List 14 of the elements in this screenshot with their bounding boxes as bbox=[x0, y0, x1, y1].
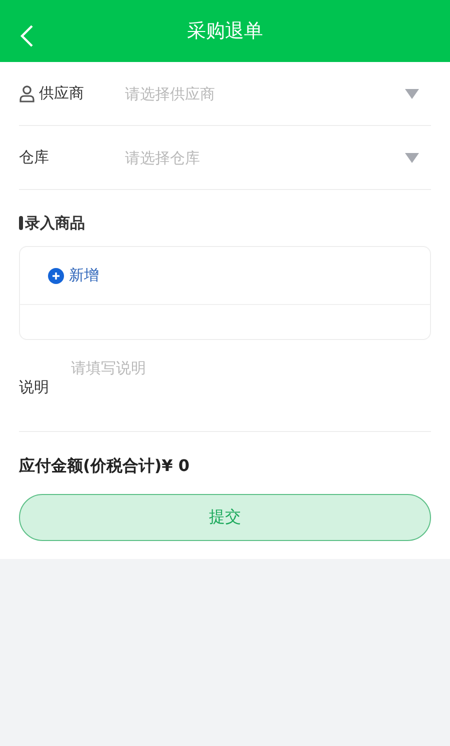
field-label: 说明 bbox=[19, 378, 50, 398]
add-icon bbox=[48, 268, 64, 284]
back-icon[interactable] bbox=[20, 24, 34, 48]
field-label: 供应商 bbox=[39, 84, 84, 103]
add-button[interactable]: 新增 bbox=[48, 266, 99, 285]
section-marker bbox=[19, 216, 23, 230]
amount-text: 应付金额(价税合计)¥ 0 bbox=[19, 456, 190, 477]
field-label: 仓库 bbox=[19, 148, 49, 167]
select-field[interactable]: 请选择仓库 bbox=[125, 148, 405, 166]
page-title: 采购退单 bbox=[187, 19, 263, 44]
dropdown-caret-icon[interactable] bbox=[405, 88, 419, 98]
section-title: 录入商品 bbox=[25, 214, 85, 232]
dropdown-caret-icon[interactable] bbox=[405, 152, 419, 162]
select-field[interactable]: 请选择供应商 bbox=[125, 84, 405, 102]
